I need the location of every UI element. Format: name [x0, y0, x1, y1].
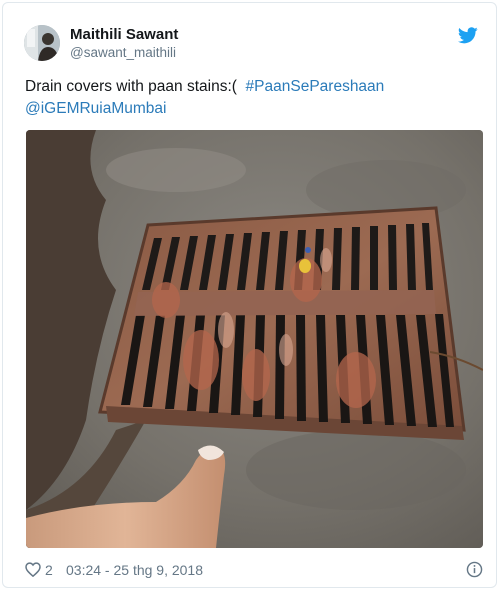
drain-cover-photo	[26, 130, 483, 548]
hashtag-link[interactable]: #PaanSePareshaan	[246, 78, 385, 95]
heart-icon[interactable]	[25, 562, 41, 577]
avatar-image	[24, 25, 60, 61]
author-handle[interactable]: @sawant_maithili	[70, 45, 176, 60]
author-name[interactable]: Maithili Sawant	[70, 26, 178, 43]
mention-link[interactable]: @iGEMRuiaMumbai	[25, 100, 167, 117]
twitter-bird-icon[interactable]	[458, 27, 478, 44]
info-icon[interactable]	[466, 561, 483, 578]
tweet-text: Drain covers with paan stains:( #PaanSeP…	[25, 76, 480, 120]
like-count[interactable]: 2	[45, 562, 53, 578]
tweet-card: Maithili Sawant @sawant_maithili Drain c…	[2, 2, 497, 588]
timestamp[interactable]: 03:24 - 25 thg 9, 2018	[66, 562, 203, 578]
avatar[interactable]	[24, 25, 60, 61]
tweet-footer: 2 03:24 - 25 thg 9, 2018	[25, 561, 485, 581]
tweet-body-text: Drain covers with paan stains:(	[25, 78, 237, 95]
tweet-photo[interactable]	[26, 130, 483, 548]
